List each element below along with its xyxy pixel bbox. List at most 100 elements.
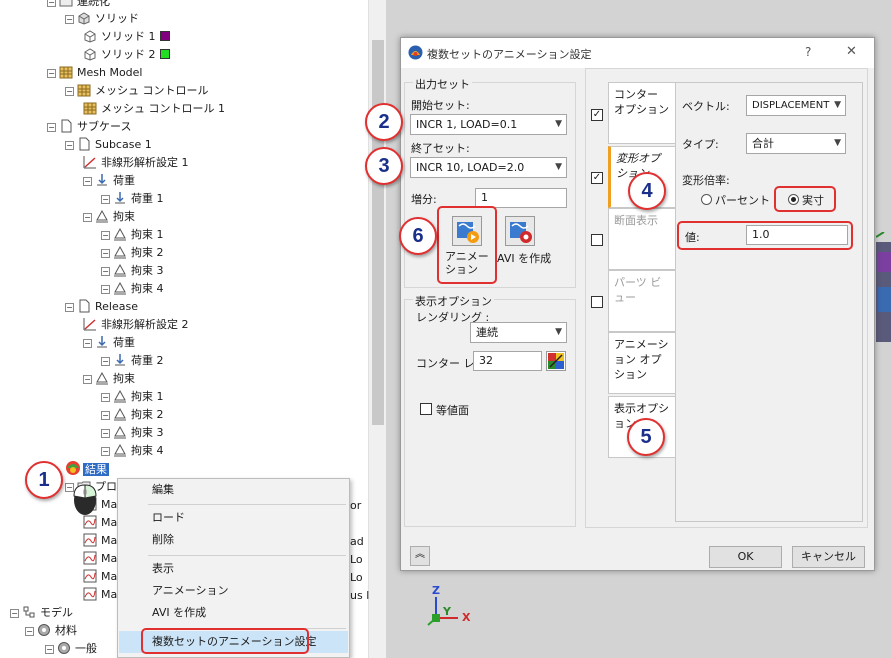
collapse-toggle-icon[interactable]: − xyxy=(47,69,56,78)
section-view-checkbox[interactable] xyxy=(591,234,603,246)
collapse-toggle-icon[interactable]: − xyxy=(45,645,54,654)
axis-y-label: Y xyxy=(443,605,451,618)
collapse-toggle-icon[interactable]: − xyxy=(101,447,110,456)
tree-item[interactable]: − 荷重 xyxy=(83,334,135,352)
collapse-toggle-icon[interactable]: − xyxy=(101,411,110,420)
tab-contour-options[interactable]: コンター オプション xyxy=(608,82,676,144)
tree-item[interactable]: − メッシュ コントロール xyxy=(65,82,209,100)
vector-select[interactable]: DISPLACEMENT ▼ xyxy=(746,95,846,116)
tree-item[interactable]: 結果 xyxy=(65,460,109,478)
tab-section-view[interactable]: 断面表示 xyxy=(608,208,676,270)
menu-item-delete[interactable]: 削除 xyxy=(119,529,348,551)
menu-item-create-avi[interactable]: AVI を作成 xyxy=(119,602,348,624)
tree-item[interactable]: − 拘束 4 xyxy=(101,442,164,460)
increment-input[interactable]: 1 xyxy=(475,188,567,208)
display-options-group-label: 表示オプション xyxy=(413,293,494,309)
collapse-toggle-icon[interactable]: − xyxy=(83,375,92,384)
menu-item-display[interactable]: 表示 xyxy=(119,558,348,580)
tree-item[interactable]: Ma xyxy=(83,550,117,568)
tree-item[interactable]: − 拘束 2 xyxy=(101,244,164,262)
tree-item[interactable]: 非線形解析設定 1 xyxy=(83,154,189,172)
isovalue-checkbox[interactable] xyxy=(420,403,432,415)
type-select[interactable]: 合計 ▼ xyxy=(746,133,846,154)
ok-button[interactable]: OK xyxy=(709,546,782,568)
collapse-toggle-icon[interactable]: − xyxy=(101,393,110,402)
end-set-select[interactable]: INCR 10, LOAD=2.0 ▼ xyxy=(410,157,567,178)
menu-item-load[interactable]: ロード xyxy=(119,507,348,529)
tree-item[interactable]: − サブケース xyxy=(47,118,131,136)
tree-item[interactable]: − Mesh Model xyxy=(47,64,142,82)
tree-item[interactable]: − 拘束 4 xyxy=(101,280,164,298)
collapse-toggle-icon[interactable]: − xyxy=(101,195,110,204)
collapse-toggle-icon[interactable]: − xyxy=(101,267,110,276)
dialog-titlebar[interactable]: 複数セットのアニメーション設定 ? ✕ xyxy=(401,38,874,68)
value-highlight xyxy=(677,221,853,250)
tree-item[interactable]: − 荷重 1 xyxy=(101,190,164,208)
tree-item[interactable]: Ma xyxy=(83,586,117,604)
vector-label: ベクトル: xyxy=(682,100,730,113)
tree-item[interactable]: − 材料 xyxy=(25,622,77,640)
collapse-toggle-icon[interactable]: − xyxy=(101,285,110,294)
help-icon[interactable]: ? xyxy=(805,45,811,59)
tab-animation-options[interactable]: アニメーション オプション xyxy=(608,332,676,394)
menu-item-animation[interactable]: アニメーション xyxy=(119,580,348,602)
tree-item[interactable]: − 拘束 3 xyxy=(101,424,164,442)
deform-options-checkbox[interactable]: ✓ xyxy=(591,172,603,184)
tree-item[interactable]: − 拘束 1 xyxy=(101,388,164,406)
collapse-toggle-icon[interactable]: − xyxy=(101,231,110,240)
cancel-button[interactable]: キャンセル xyxy=(792,546,865,568)
part-view-checkbox[interactable] xyxy=(591,296,603,308)
rendering-select[interactable]: 連続 ▼ xyxy=(470,322,567,343)
tree-item[interactable]: − 拘束 2 xyxy=(101,406,164,424)
collapse-toggle-icon[interactable]: − xyxy=(65,87,74,96)
tree-item[interactable]: Ma xyxy=(83,532,117,550)
tree-item[interactable]: ソリッド 1 xyxy=(83,28,170,46)
tree-item[interactable]: − Release xyxy=(65,298,138,316)
tree-item-label: 拘束 xyxy=(113,210,135,223)
color-palette-icon xyxy=(548,353,564,369)
close-icon[interactable]: ✕ xyxy=(846,44,857,59)
collapse-toggle-icon[interactable]: − xyxy=(10,609,19,618)
material-icon xyxy=(57,641,71,655)
collapse-toggle-icon[interactable]: − xyxy=(83,339,92,348)
menu-item-edit[interactable]: 編集 xyxy=(119,479,348,501)
tree-item[interactable]: − ソリッド xyxy=(65,10,139,28)
tree-item[interactable]: − 拘束 xyxy=(83,370,135,388)
tree-item[interactable]: − 一般 xyxy=(45,640,97,658)
collapse-toggle-icon[interactable]: − xyxy=(101,249,110,258)
tree-item[interactable]: Ma xyxy=(83,514,117,532)
tree-item[interactable]: メッシュ コントロール 1 xyxy=(83,100,225,118)
increment-label: 増分: xyxy=(411,193,437,206)
tree-item[interactable]: − Subcase 1 xyxy=(65,136,152,154)
tree-item[interactable]: − 拘束 1 xyxy=(101,226,164,244)
axis-z-label: Z xyxy=(432,584,440,597)
tree-scrollbar-thumb[interactable] xyxy=(372,40,384,425)
collapse-toggle-icon[interactable]: − xyxy=(83,213,92,222)
tree-item[interactable]: − モデル xyxy=(10,604,73,622)
collapse-toggle-icon[interactable]: − xyxy=(65,141,74,150)
collapse-toggle-icon[interactable]: − xyxy=(101,429,110,438)
tree-scrollbar[interactable] xyxy=(368,0,386,658)
tab-part-view[interactable]: パーツ ビュー xyxy=(608,270,676,332)
percent-radio[interactable] xyxy=(701,194,712,205)
collapse-button[interactable]: ︽ xyxy=(410,546,430,566)
tree-item[interactable]: Ma xyxy=(83,568,117,586)
tree-item[interactable]: − 荷重 xyxy=(83,172,135,190)
color-palette-button[interactable] xyxy=(546,351,566,371)
collapse-toggle-icon[interactable]: − xyxy=(47,0,56,7)
collapse-toggle-icon[interactable]: − xyxy=(83,177,92,186)
tree-item[interactable]: − 拘束 3 xyxy=(101,262,164,280)
start-set-select[interactable]: INCR 1, LOAD=0.1 ▼ xyxy=(410,114,567,135)
collapse-toggle-icon[interactable]: − xyxy=(65,15,74,24)
tree-item[interactable]: − 拘束 xyxy=(83,208,135,226)
tree-item[interactable]: − 荷重 2 xyxy=(101,352,164,370)
collapse-toggle-icon[interactable]: − xyxy=(47,123,56,132)
contour-options-checkbox[interactable]: ✓ xyxy=(591,109,603,121)
tree-item[interactable]: ソリッド 2 xyxy=(83,46,170,64)
collapse-toggle-icon[interactable]: − xyxy=(25,627,34,636)
tree-item[interactable]: 非線形解析設定 2 xyxy=(83,316,189,334)
contour-levels-input[interactable]: 32 xyxy=(473,351,542,371)
collapse-toggle-icon[interactable]: − xyxy=(101,357,110,366)
create-avi-button[interactable] xyxy=(505,216,535,246)
collapse-toggle-icon[interactable]: − xyxy=(65,303,74,312)
